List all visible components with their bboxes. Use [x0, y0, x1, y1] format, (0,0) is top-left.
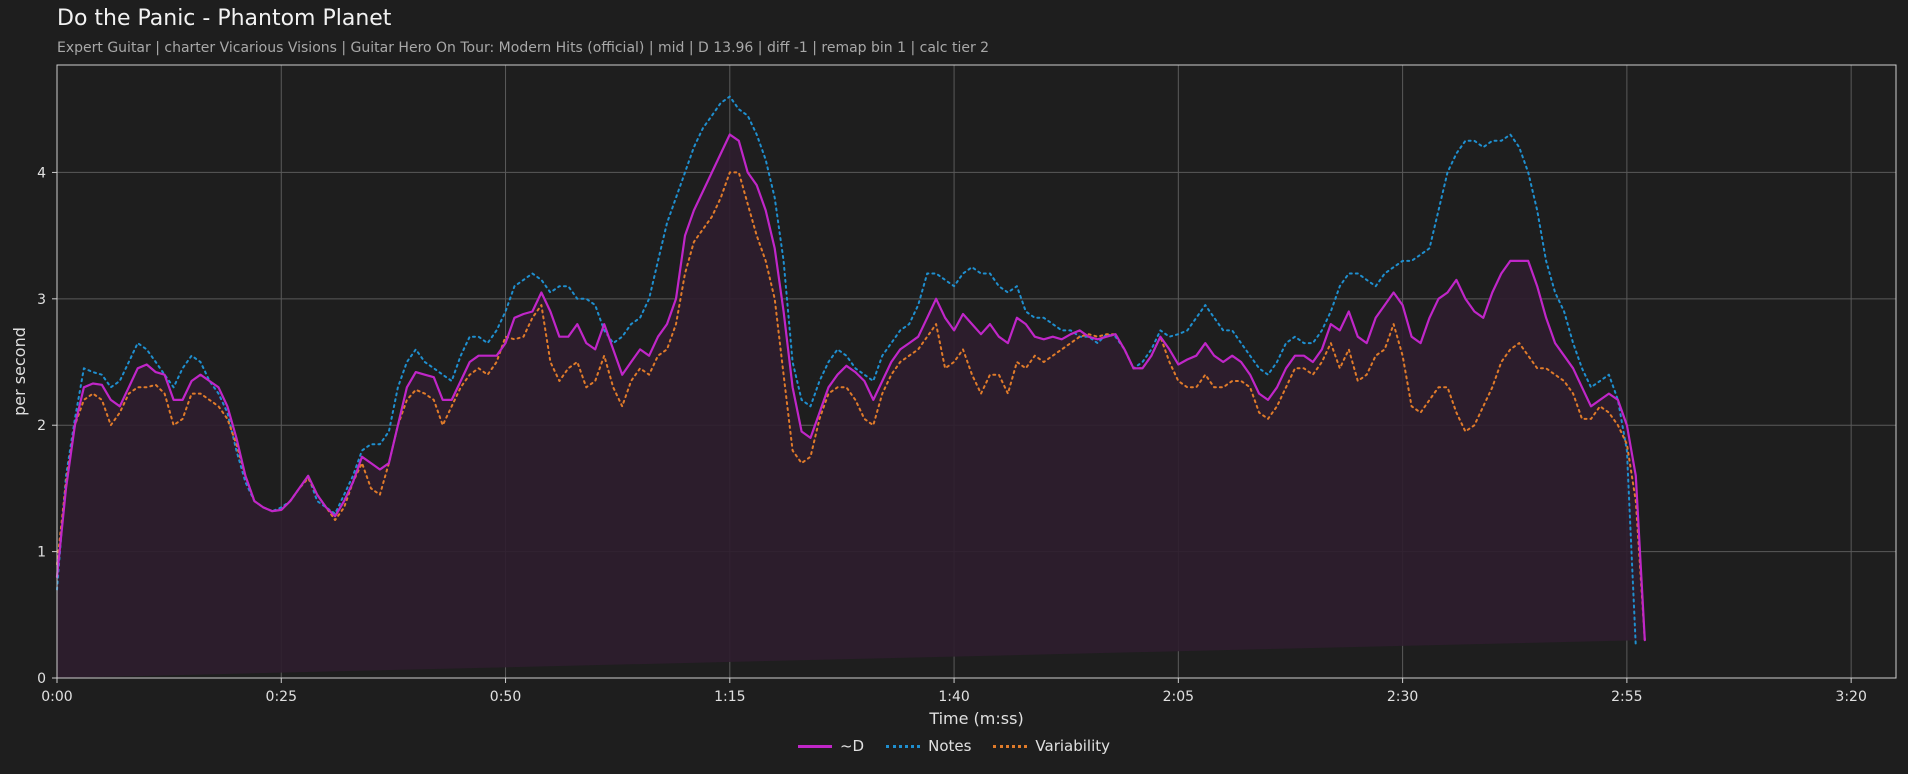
legend-label-d: ~D	[839, 737, 865, 755]
x-tick-label: 2:05	[1163, 689, 1194, 705]
y-tick-label: 0	[37, 671, 46, 687]
y-tick-label: 2	[37, 418, 46, 434]
legend-swatch-d	[797, 744, 832, 748]
y-tick-label: 1	[37, 545, 46, 561]
legend-item-d: ~D	[797, 737, 865, 755]
x-tick-label: 3:20	[1835, 689, 1866, 705]
legend-item-notes: Notes	[886, 737, 971, 755]
legend-label-variability: Variability	[1035, 737, 1111, 755]
legend-swatch-notes	[886, 744, 921, 748]
x-tick-label: 1:15	[714, 689, 745, 705]
x-axis-ticks: 0:00 0:25 0:50 1:15 1:40 2:05 2:30 2:55 3:20	[41, 678, 1867, 705]
y-axis-ticks: 0 1 2 3 4	[37, 165, 57, 687]
legend: ~D Notes Variability	[0, 737, 1908, 755]
d-area-fill	[57, 134, 1645, 678]
line-chart: 0:00 0:25 0:50 1:15 1:40 2:05 2:30 2:55 3:20 0 1 2…	[10, 64, 1897, 728]
x-tick-label: 0:50	[490, 689, 521, 705]
x-tick-label: 2:55	[1611, 689, 1642, 705]
legend-item-variability: Variability	[993, 737, 1110, 755]
legend-label-notes: Notes	[928, 737, 972, 755]
y-tick-label: 3	[37, 292, 46, 308]
y-tick-label: 4	[37, 165, 46, 181]
y-axis-label: per second	[10, 327, 29, 416]
fill-area	[57, 134, 1645, 678]
x-tick-label: 0:00	[41, 689, 72, 705]
x-tick-label: 2:30	[1387, 689, 1418, 705]
x-tick-label: 1:40	[938, 689, 969, 705]
x-axis-label: Time (m:ss)	[928, 709, 1023, 728]
x-tick-label: 0:25	[266, 689, 297, 705]
legend-swatch-variability	[993, 744, 1028, 748]
